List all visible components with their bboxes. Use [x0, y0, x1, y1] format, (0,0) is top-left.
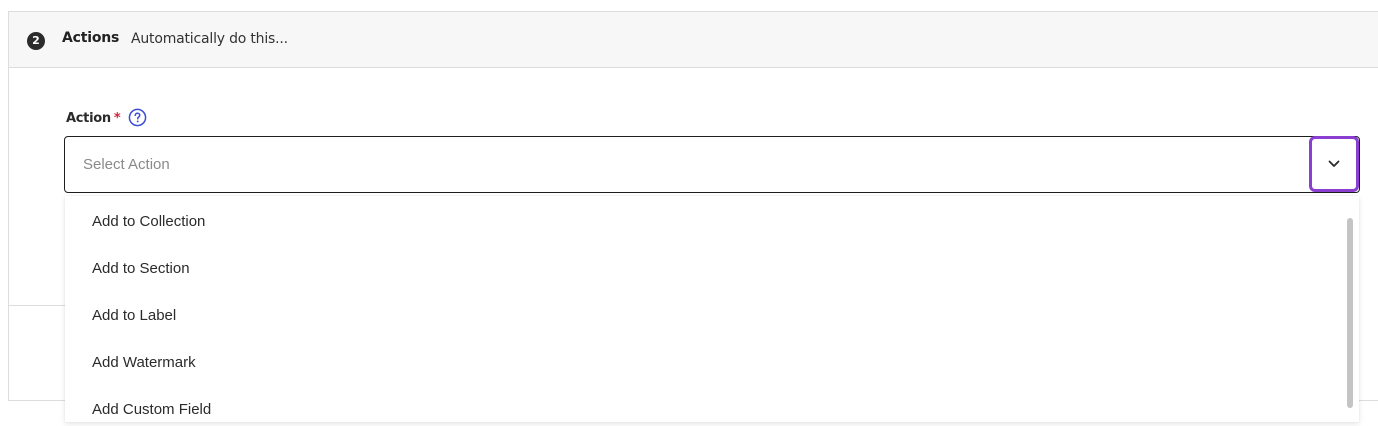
question-circle-icon[interactable]	[128, 108, 147, 127]
option-add-to-label[interactable]: Add to Label	[65, 298, 1345, 345]
option-label: Add Custom Field	[92, 401, 212, 418]
dropdown-toggle-button[interactable]	[1309, 136, 1359, 192]
option-add-watermark[interactable]: Add Watermark	[65, 345, 1345, 392]
option-label: Add to Collection	[92, 213, 206, 230]
step-header[interactable]: 2 Actions Automatically do this...	[9, 12, 1378, 68]
option-add-custom-field[interactable]: Add Custom Field	[65, 392, 1345, 422]
option-add-to-section[interactable]: Add to Section	[65, 251, 1345, 298]
scrollbar-thumb[interactable]	[1347, 218, 1353, 408]
action-options-menu: Add to Collection Add to Section Add to …	[65, 196, 1359, 422]
step-title: Actions	[62, 30, 120, 46]
step-subtitle: Automatically do this...	[131, 31, 288, 47]
option-label: Add to Section	[92, 260, 190, 277]
option-label: Add Watermark	[92, 354, 196, 371]
action-field-label: Action *	[66, 111, 121, 126]
section-divider	[9, 305, 66, 306]
action-select-placeholder: Select Action	[83, 156, 170, 173]
chevron-down-icon	[1328, 160, 1340, 167]
action-label-text: Action	[66, 111, 111, 126]
page: 2 Actions Automatically do this... Actio…	[0, 0, 1378, 426]
step-number-badge: 2	[27, 32, 45, 50]
required-marker: *	[113, 111, 121, 126]
dropdown-scrollbar[interactable]	[1347, 218, 1353, 408]
option-label: Add to Label	[92, 307, 177, 324]
action-select[interactable]: Select Action	[64, 136, 1360, 193]
option-add-to-collection[interactable]: Add to Collection	[65, 204, 1345, 251]
